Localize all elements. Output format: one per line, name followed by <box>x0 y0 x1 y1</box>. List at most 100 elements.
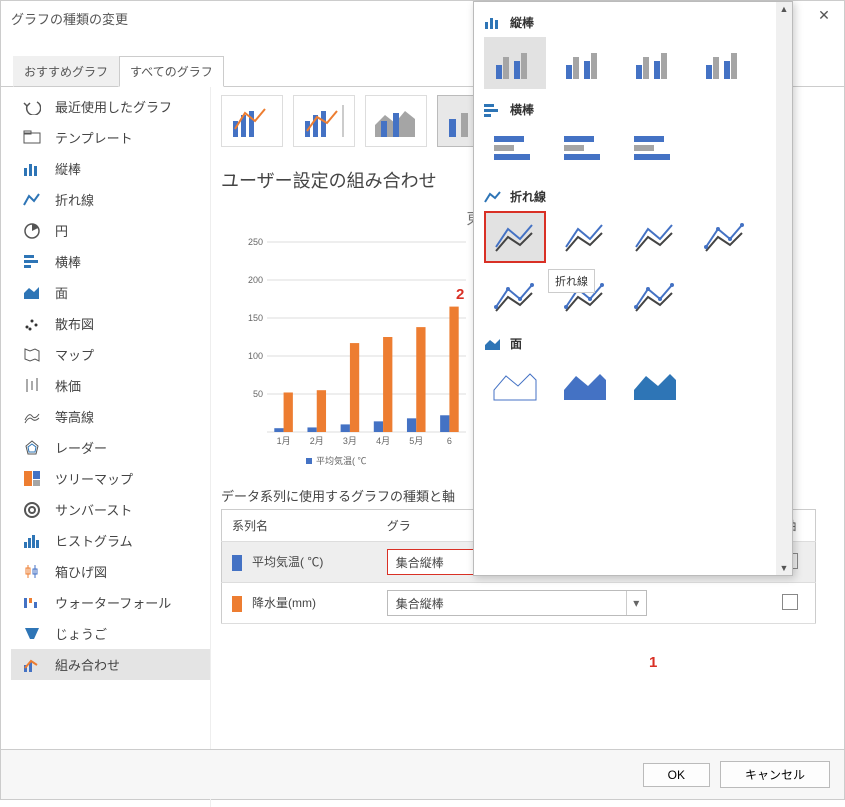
thumb-bar[interactable] <box>554 124 616 176</box>
thumb-bar[interactable] <box>484 124 546 176</box>
boxplot-icon <box>21 563 43 581</box>
svg-text:200: 200 <box>248 275 263 285</box>
popup-scrollbar[interactable]: ▲ ▼ <box>776 2 792 575</box>
column-chart-icon <box>21 160 43 178</box>
callout-2: 2 <box>456 286 464 303</box>
line-chart-icon <box>21 191 43 209</box>
popup-group-line: 折れ線 <box>484 188 782 205</box>
svg-text:100: 100 <box>248 351 263 361</box>
radar-chart-icon <box>21 439 43 457</box>
svg-text:50: 50 <box>253 389 263 399</box>
thumb-column[interactable] <box>554 37 616 89</box>
area-chart-icon <box>484 337 502 351</box>
popup-group-column: 縦棒 <box>484 14 782 31</box>
stock-chart-icon <box>21 377 43 395</box>
popup-group-area: 面 <box>484 335 782 352</box>
subtype-clustered-column-line-secondary[interactable] <box>293 95 355 147</box>
series-marker-1 <box>232 596 242 612</box>
col-series-name: 系列名 <box>222 510 377 542</box>
sidebar-item-16[interactable]: ウォーターフォール <box>11 587 210 618</box>
svg-text:1月: 1月 <box>277 436 291 446</box>
undo-icon <box>21 98 43 116</box>
sidebar-item-4[interactable]: 円 <box>11 215 210 246</box>
sidebar-item-6[interactable]: 面 <box>11 277 210 308</box>
sidebar-item-5[interactable]: 横棒 <box>11 246 210 277</box>
close-button[interactable]: ✕ <box>804 7 844 24</box>
thumb-bar[interactable] <box>624 124 686 176</box>
bar-chart-icon <box>21 253 43 271</box>
dialog-footer: OK キャンセル <box>1 749 844 799</box>
folder-icon <box>21 129 43 147</box>
thumb-area[interactable] <box>624 358 686 410</box>
sidebar-item-17[interactable]: じょうご <box>11 618 210 649</box>
histogram-icon <box>21 532 43 550</box>
series-row-1[interactable]: 降水量(mm) 集合縦棒 ▾ <box>222 583 816 624</box>
sidebar-item-15[interactable]: 箱ひげ図 <box>11 556 210 587</box>
sidebar-item-12[interactable]: ツリーマップ <box>11 463 210 494</box>
thumb-line[interactable] <box>694 211 756 263</box>
svg-text:250: 250 <box>248 237 263 247</box>
thumb-line[interactable] <box>624 211 686 263</box>
chart-category-list: 最近使用したグラフテンプレート縦棒折れ線円横棒面散布図マップ株価等高線レーダーツ… <box>11 87 211 807</box>
bar-chart-icon <box>484 103 502 117</box>
thumb-column[interactable] <box>624 37 686 89</box>
line-chart-icon <box>484 190 502 204</box>
surface-chart-icon <box>21 408 43 426</box>
chevron-down-icon: ▾ <box>626 591 646 615</box>
svg-text:2月: 2月 <box>310 436 324 446</box>
sidebar-item-10[interactable]: 等高線 <box>11 401 210 432</box>
sidebar-item-8[interactable]: マップ <box>11 339 210 370</box>
column-chart-icon <box>484 16 502 30</box>
sidebar-item-14[interactable]: ヒストグラム <box>11 525 210 556</box>
preview-chart: 50 100 150 200 250 1月 2月 3月 4月 5月 6 平均気温( ℃ <box>231 237 471 472</box>
change-chart-type-dialog: グラフの種類の変更 ✕ おすすめグラフ すべてのグラフ 最近使用したグラフテンプ… <box>0 0 845 800</box>
svg-text:平均気温( ℃: 平均気温( ℃ <box>316 455 367 466</box>
svg-text:3月: 3月 <box>343 436 357 446</box>
scroll-down-icon[interactable]: ▼ <box>778 561 791 575</box>
svg-text:5月: 5月 <box>409 436 423 446</box>
sidebar-item-9[interactable]: 株価 <box>11 370 210 401</box>
thumb-line[interactable] <box>554 211 616 263</box>
funnel-icon <box>21 625 43 643</box>
combo-chart-icon <box>21 656 43 674</box>
series-type-dropdown-1[interactable]: 集合縦棒 ▾ <box>387 590 647 616</box>
thumb-line[interactable] <box>484 211 546 263</box>
sidebar-item-13[interactable]: サンバースト <box>11 494 210 525</box>
sidebar-item-11[interactable]: レーダー <box>11 432 210 463</box>
map-icon <box>21 346 43 364</box>
tab-recommended[interactable]: おすすめグラフ <box>13 56 119 87</box>
ok-button[interactable]: OK <box>643 763 710 787</box>
area-chart-icon <box>21 284 43 302</box>
thumb-area[interactable] <box>484 358 546 410</box>
sidebar-item-7[interactable]: 散布図 <box>11 308 210 339</box>
thumb-line[interactable] <box>484 271 546 323</box>
scatter-chart-icon <box>21 315 43 333</box>
sidebar-item-3[interactable]: 折れ線 <box>11 184 210 215</box>
series-marker-0 <box>232 555 242 571</box>
scroll-up-icon[interactable]: ▲ <box>778 2 791 16</box>
svg-text:4月: 4月 <box>376 436 390 446</box>
sidebar-item-2[interactable]: 縦棒 <box>11 153 210 184</box>
treemap-icon <box>21 470 43 488</box>
thumb-column[interactable] <box>694 37 756 89</box>
subtype-stacked-area-column[interactable] <box>365 95 427 147</box>
thumb-area[interactable] <box>554 358 616 410</box>
cancel-button[interactable]: キャンセル <box>720 761 830 788</box>
thumb-line[interactable] <box>624 271 686 323</box>
tab-all[interactable]: すべてのグラフ <box>119 56 224 87</box>
callout-1: 1 <box>649 654 657 671</box>
tooltip-line: 折れ線 <box>548 269 595 293</box>
popup-group-bar: 横棒 <box>484 101 782 118</box>
svg-text:150: 150 <box>248 313 263 323</box>
subtype-clustered-column-line[interactable] <box>221 95 283 147</box>
pie-chart-icon <box>21 222 43 240</box>
chart-type-popup: 2 縦棒 横棒 折れ線 折れ線 面 ▲ ▼ <box>473 1 793 576</box>
sidebar-item-18[interactable]: 組み合わせ <box>11 649 210 680</box>
series-axis-checkbox-1[interactable] <box>782 594 798 610</box>
sidebar-item-1[interactable]: テンプレート <box>11 122 210 153</box>
svg-text:6: 6 <box>447 436 452 446</box>
thumb-column[interactable] <box>484 37 546 89</box>
sunburst-icon <box>21 501 43 519</box>
waterfall-icon <box>21 594 43 612</box>
sidebar-item-0[interactable]: 最近使用したグラフ <box>11 91 210 122</box>
